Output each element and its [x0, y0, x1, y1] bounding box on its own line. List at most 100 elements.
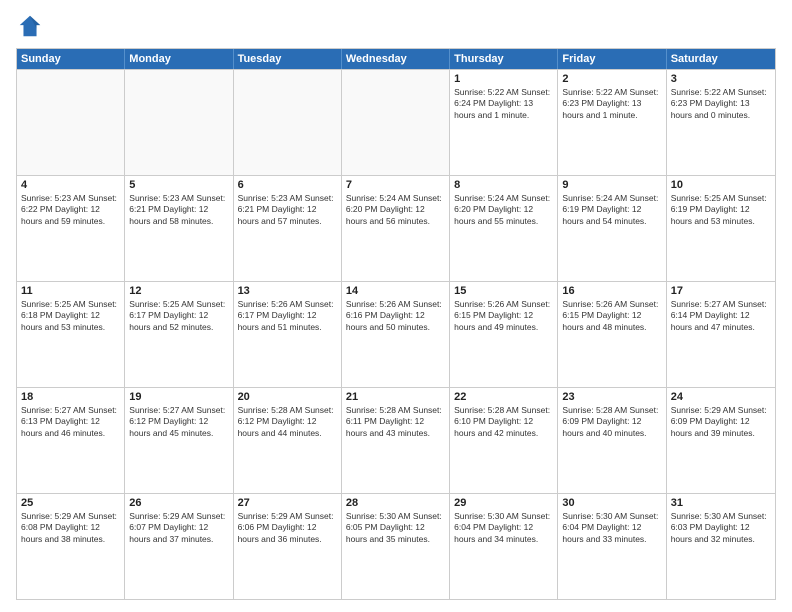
cal-cell-11: 11 Sunrise: 5:25 AM Sunset: 6:18 PM Dayli… — [17, 282, 125, 387]
day-number: 11 — [21, 285, 120, 297]
day-info: Sunrise: 5:24 AM Sunset: 6:19 PM Dayligh… — [562, 193, 661, 227]
cal-cell-20: 20 Sunrise: 5:28 AM Sunset: 6:12 PM Dayli… — [234, 388, 342, 493]
cal-cell-3: 3 Sunrise: 5:22 AM Sunset: 6:23 PM Daylig… — [667, 70, 775, 175]
day-number: 15 — [454, 285, 553, 297]
cal-cell-8: 8 Sunrise: 5:24 AM Sunset: 6:20 PM Daylig… — [450, 176, 558, 281]
day-number: 17 — [671, 285, 771, 297]
day-info: Sunrise: 5:24 AM Sunset: 6:20 PM Dayligh… — [346, 193, 445, 227]
day-info: Sunrise: 5:22 AM Sunset: 6:23 PM Dayligh… — [671, 87, 771, 121]
page: SundayMondayTuesdayWednesdayThursdayFrid… — [0, 0, 792, 612]
cal-cell-27: 27 Sunrise: 5:29 AM Sunset: 6:06 PM Dayli… — [234, 494, 342, 599]
week-row-1: 4 Sunrise: 5:23 AM Sunset: 6:22 PM Daylig… — [17, 175, 775, 281]
day-number: 3 — [671, 73, 771, 85]
week-row-0: 1 Sunrise: 5:22 AM Sunset: 6:24 PM Daylig… — [17, 69, 775, 175]
cal-cell-4: 4 Sunrise: 5:23 AM Sunset: 6:22 PM Daylig… — [17, 176, 125, 281]
day-info: Sunrise: 5:26 AM Sunset: 6:16 PM Dayligh… — [346, 299, 445, 333]
day-number: 16 — [562, 285, 661, 297]
day-info: Sunrise: 5:26 AM Sunset: 6:17 PM Dayligh… — [238, 299, 337, 333]
day-number: 25 — [21, 497, 120, 509]
cal-cell-25: 25 Sunrise: 5:29 AM Sunset: 6:08 PM Dayli… — [17, 494, 125, 599]
day-number: 21 — [346, 391, 445, 403]
cal-cell-9: 9Sunrise: 5:24 AM Sunset: 6:19 PM Daylig… — [558, 176, 666, 281]
cal-cell-empty-0-3 — [342, 70, 450, 175]
day-info: Sunrise: 5:25 AM Sunset: 6:18 PM Dayligh… — [21, 299, 120, 333]
day-info: Sunrise: 5:30 AM Sunset: 6:04 PM Dayligh… — [562, 511, 661, 545]
cal-cell-2: 2 Sunrise: 5:22 AM Sunset: 6:23 PM Daylig… — [558, 70, 666, 175]
day-number: 8 — [454, 179, 553, 191]
day-info: Sunrise: 5:27 AM Sunset: 6:14 PM Dayligh… — [671, 299, 771, 333]
calendar-body: 1 Sunrise: 5:22 AM Sunset: 6:24 PM Daylig… — [17, 69, 775, 599]
cal-cell-24: 24 Sunrise: 5:29 AM Sunset: 6:09 PM Dayli… — [667, 388, 775, 493]
cal-cell-empty-0-0 — [17, 70, 125, 175]
calendar: SundayMondayTuesdayWednesdayThursdayFrid… — [16, 48, 776, 600]
day-number: 19 — [129, 391, 228, 403]
cal-cell-22: 22 Sunrise: 5:28 AM Sunset: 6:10 PM Dayli… — [450, 388, 558, 493]
day-info: Sunrise: 5:27 AM Sunset: 6:12 PM Dayligh… — [129, 405, 228, 439]
day-number: 23 — [562, 391, 661, 403]
header-day-saturday: Saturday — [667, 49, 775, 69]
cal-cell-21: 21 Sunrise: 5:28 AM Sunset: 6:11 PM Dayli… — [342, 388, 450, 493]
header-day-wednesday: Wednesday — [342, 49, 450, 69]
day-info: Sunrise: 5:29 AM Sunset: 6:09 PM Dayligh… — [671, 405, 771, 439]
day-number: 27 — [238, 497, 337, 509]
week-row-3: 18 Sunrise: 5:27 AM Sunset: 6:13 PM Dayli… — [17, 387, 775, 493]
day-info: Sunrise: 5:29 AM Sunset: 6:06 PM Dayligh… — [238, 511, 337, 545]
cal-cell-17: 17 Sunrise: 5:27 AM Sunset: 6:14 PM Dayli… — [667, 282, 775, 387]
cal-cell-14: 14 Sunrise: 5:26 AM Sunset: 6:16 PM Dayli… — [342, 282, 450, 387]
cal-cell-6: 6Sunrise: 5:23 AM Sunset: 6:21 PM Daylig… — [234, 176, 342, 281]
day-number: 26 — [129, 497, 228, 509]
header-day-tuesday: Tuesday — [234, 49, 342, 69]
cal-cell-5: 5 Sunrise: 5:23 AM Sunset: 6:21 PM Daylig… — [125, 176, 233, 281]
day-info: Sunrise: 5:30 AM Sunset: 6:04 PM Dayligh… — [454, 511, 553, 545]
day-info: Sunrise: 5:28 AM Sunset: 6:10 PM Dayligh… — [454, 405, 553, 439]
day-number: 2 — [562, 73, 661, 85]
day-info: Sunrise: 5:28 AM Sunset: 6:12 PM Dayligh… — [238, 405, 337, 439]
day-number: 14 — [346, 285, 445, 297]
week-row-4: 25 Sunrise: 5:29 AM Sunset: 6:08 PM Dayli… — [17, 493, 775, 599]
day-info: Sunrise: 5:28 AM Sunset: 6:11 PM Dayligh… — [346, 405, 445, 439]
day-number: 22 — [454, 391, 553, 403]
cal-cell-19: 19 Sunrise: 5:27 AM Sunset: 6:12 PM Dayli… — [125, 388, 233, 493]
day-number: 12 — [129, 285, 228, 297]
header-day-monday: Monday — [125, 49, 233, 69]
day-number: 20 — [238, 391, 337, 403]
header-day-thursday: Thursday — [450, 49, 558, 69]
day-info: Sunrise: 5:24 AM Sunset: 6:20 PM Dayligh… — [454, 193, 553, 227]
cal-cell-23: 23 Sunrise: 5:28 AM Sunset: 6:09 PM Dayli… — [558, 388, 666, 493]
day-info: Sunrise: 5:25 AM Sunset: 6:19 PM Dayligh… — [671, 193, 771, 227]
cal-cell-10: 10 Sunrise: 5:25 AM Sunset: 6:19 PM Dayli… — [667, 176, 775, 281]
day-number: 29 — [454, 497, 553, 509]
day-info: Sunrise: 5:30 AM Sunset: 6:05 PM Dayligh… — [346, 511, 445, 545]
cal-cell-1: 1 Sunrise: 5:22 AM Sunset: 6:24 PM Daylig… — [450, 70, 558, 175]
day-info: Sunrise: 5:25 AM Sunset: 6:17 PM Dayligh… — [129, 299, 228, 333]
day-info: Sunrise: 5:22 AM Sunset: 6:23 PM Dayligh… — [562, 87, 661, 121]
cal-cell-26: 26Sunrise: 5:29 AM Sunset: 6:07 PM Dayli… — [125, 494, 233, 599]
cal-cell-30: 30 Sunrise: 5:30 AM Sunset: 6:04 PM Dayli… — [558, 494, 666, 599]
day-number: 10 — [671, 179, 771, 191]
day-info: Sunrise: 5:23 AM Sunset: 6:21 PM Dayligh… — [129, 193, 228, 227]
day-info: Sunrise: 5:29 AM Sunset: 6:08 PM Dayligh… — [21, 511, 120, 545]
day-number: 6 — [238, 179, 337, 191]
cal-cell-empty-0-1 — [125, 70, 233, 175]
day-number: 18 — [21, 391, 120, 403]
day-number: 1 — [454, 73, 553, 85]
cal-cell-15: 15Sunrise: 5:26 AM Sunset: 6:15 PM Dayli… — [450, 282, 558, 387]
day-info: Sunrise: 5:27 AM Sunset: 6:13 PM Dayligh… — [21, 405, 120, 439]
day-info: Sunrise: 5:22 AM Sunset: 6:24 PM Dayligh… — [454, 87, 553, 121]
day-number: 28 — [346, 497, 445, 509]
day-number: 24 — [671, 391, 771, 403]
week-row-2: 11 Sunrise: 5:25 AM Sunset: 6:18 PM Dayli… — [17, 281, 775, 387]
header — [16, 12, 776, 40]
cal-cell-31: 31Sunrise: 5:30 AM Sunset: 6:03 PM Dayli… — [667, 494, 775, 599]
day-info: Sunrise: 5:26 AM Sunset: 6:15 PM Dayligh… — [562, 299, 661, 333]
cal-cell-7: 7Sunrise: 5:24 AM Sunset: 6:20 PM Daylig… — [342, 176, 450, 281]
day-number: 4 — [21, 179, 120, 191]
header-day-friday: Friday — [558, 49, 666, 69]
day-number: 30 — [562, 497, 661, 509]
day-info: Sunrise: 5:30 AM Sunset: 6:03 PM Dayligh… — [671, 511, 771, 545]
day-number: 5 — [129, 179, 228, 191]
day-info: Sunrise: 5:23 AM Sunset: 6:22 PM Dayligh… — [21, 193, 120, 227]
cal-cell-12: 12 Sunrise: 5:25 AM Sunset: 6:17 PM Dayli… — [125, 282, 233, 387]
cal-cell-18: 18 Sunrise: 5:27 AM Sunset: 6:13 PM Dayli… — [17, 388, 125, 493]
day-info: Sunrise: 5:28 AM Sunset: 6:09 PM Dayligh… — [562, 405, 661, 439]
